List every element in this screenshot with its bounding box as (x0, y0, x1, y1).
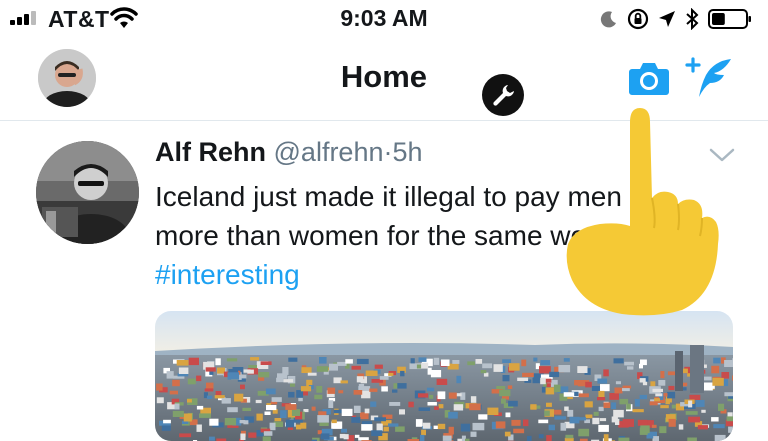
tweet-media-image[interactable] (155, 311, 733, 441)
bluetooth-icon (685, 8, 699, 30)
author-avatar[interactable] (36, 141, 139, 244)
wrench-icon[interactable] (482, 74, 524, 116)
location-icon (658, 10, 676, 28)
compose-tweet-icon[interactable] (684, 57, 734, 99)
pointing-hand-icon (560, 104, 720, 319)
status-bar: AT&T 9:03 AM (0, 0, 768, 40)
battery-icon (708, 9, 752, 29)
tweet-timestamp[interactable]: 5h (392, 137, 422, 167)
orientation-lock-icon (627, 8, 649, 30)
moon-icon (600, 10, 618, 28)
author-name[interactable]: Alf Rehn (155, 137, 266, 167)
status-icons (600, 6, 752, 32)
tweet-header: Alf Rehn @alfrehn·5h (155, 137, 423, 168)
camera-icon[interactable] (628, 59, 670, 97)
author-handle[interactable]: @alfrehn (274, 137, 384, 167)
